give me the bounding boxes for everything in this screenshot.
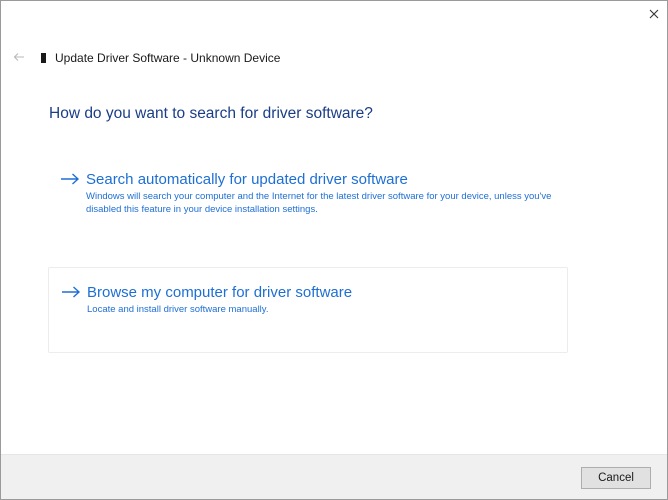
dialog-title: Update Driver Software - Unknown Device [41, 49, 280, 67]
option-title: Search automatically for updated driver … [86, 170, 408, 188]
back-button[interactable] [11, 49, 27, 65]
dialog-title-text: Update Driver Software - Unknown Device [55, 51, 281, 65]
option-description: Windows will search your computer and th… [86, 191, 552, 215]
page-heading: How do you want to search for driver sof… [49, 105, 373, 122]
close-button[interactable] [641, 1, 667, 27]
dialog-footer: Cancel [1, 454, 667, 499]
browse-computer-option[interactable]: Browse my computer for driver software L… [48, 267, 568, 353]
update-driver-dialog: Update Driver Software - Unknown Device … [0, 0, 668, 500]
option-title: Browse my computer for driver software [87, 283, 353, 301]
arrow-right-icon [61, 173, 80, 185]
arrow-right-icon [62, 286, 81, 298]
device-icon [41, 53, 46, 63]
close-icon [649, 9, 659, 19]
back-arrow-icon [13, 53, 24, 61]
option-description: Locate and install driver software manua… [87, 304, 269, 315]
search-automatically-option[interactable]: Search automatically for updated driver … [48, 161, 568, 253]
cancel-button[interactable]: Cancel [581, 467, 651, 489]
